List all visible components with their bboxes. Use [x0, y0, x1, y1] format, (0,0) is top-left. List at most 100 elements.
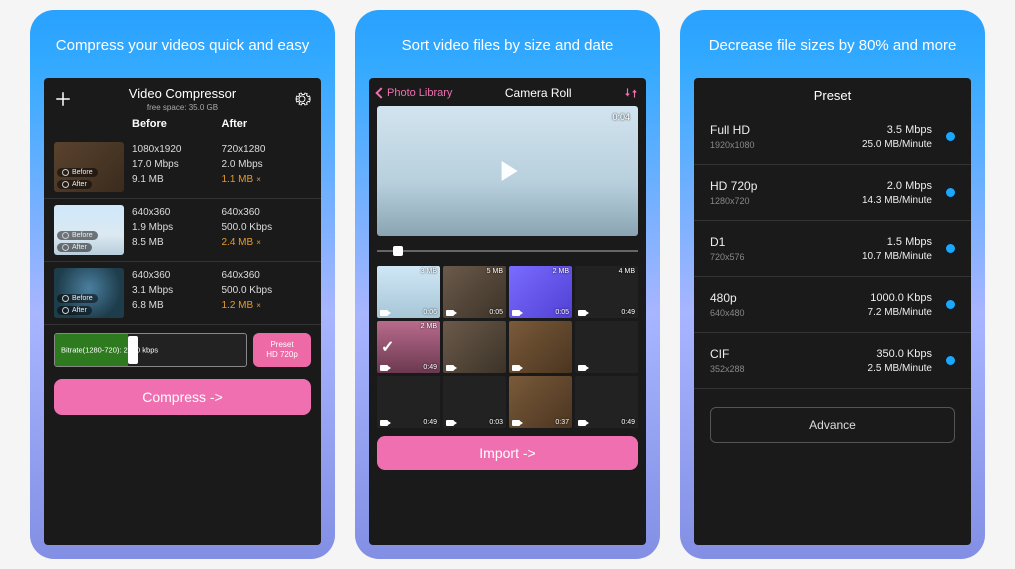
column-headers: Before After	[44, 116, 321, 136]
badge-before[interactable]: Before	[57, 231, 98, 240]
video-cell[interactable]: 0:03	[443, 376, 506, 428]
cell-duration: 0:06	[423, 309, 437, 316]
radio-icon[interactable]	[946, 132, 955, 141]
video-cell[interactable]: 2 MB 0:05	[509, 266, 572, 318]
preset-bitrate: 3.5 Mbps	[887, 124, 932, 136]
radio-icon[interactable]	[946, 300, 955, 309]
video-cell[interactable]: 3 MB 0:06	[377, 266, 440, 318]
radio-icon[interactable]	[946, 244, 955, 253]
preset-row[interactable]: HD 720p 1280x720 2.0 Mbps 14.3 MB/Minute	[694, 165, 971, 221]
video-row[interactable]: Before After 1080x1920 17.0 Mbps 9.1 MB …	[44, 136, 321, 199]
preset-name: HD 720p	[710, 179, 757, 193]
cell-size: 2 MB	[421, 323, 437, 330]
badge-before[interactable]: Before	[57, 294, 98, 303]
title-block: Video Compressor free space: 35.0 GB	[129, 86, 236, 112]
badge-after[interactable]: After	[57, 180, 92, 189]
cell-size: 3 MB	[421, 268, 437, 275]
eye-icon	[62, 181, 69, 188]
camera-icon	[446, 365, 454, 371]
before-bitrate: 3.1 Mbps	[132, 285, 222, 296]
camera-icon	[512, 420, 520, 426]
col-before: Before	[132, 118, 222, 130]
preset-dimensions: 720x576	[710, 252, 745, 262]
gear-icon[interactable]	[293, 90, 311, 108]
sort-icon[interactable]	[624, 86, 638, 100]
phone-screen-3: Preset Full HD 1920x1080 3.5 Mbps 25.0 M…	[694, 78, 971, 545]
preset-row[interactable]: D1 720x576 1.5 Mbps 10.7 MB/Minute	[694, 221, 971, 277]
hero-text-2: Sort video files by size and date	[369, 22, 646, 78]
panel-library: Sort video files by size and date Photo …	[355, 10, 660, 559]
video-cell[interactable]: 0:49	[377, 376, 440, 428]
radio-icon[interactable]	[946, 356, 955, 365]
video-cell[interactable]	[443, 321, 506, 373]
preset-dimensions: 1920x1080	[710, 140, 755, 150]
camera-icon	[578, 365, 586, 371]
video-cell[interactable]: 0:49	[575, 376, 638, 428]
panel-presets: Decrease file sizes by 80% and more Pres…	[680, 10, 985, 559]
video-cell[interactable]: 5 MB 0:05	[443, 266, 506, 318]
cell-duration: 0:49	[621, 309, 635, 316]
after-size: 1.1 MB×	[222, 174, 312, 185]
camera-icon	[578, 310, 586, 316]
preset-btn-line2: HD 720p	[266, 350, 298, 360]
before-size: 6.8 MB	[132, 300, 222, 311]
cell-duration: 0:49	[423, 419, 437, 426]
bitrate-label: Bitrate(1280-720): 2000 kbps	[61, 346, 158, 355]
bitrate-slider[interactable]: Bitrate(1280-720): 2000 kbps	[54, 333, 247, 367]
before-resolution: 640x360	[132, 207, 222, 218]
play-icon[interactable]	[501, 161, 517, 181]
video-cell[interactable]: 4 MB 0:49	[575, 266, 638, 318]
cell-duration: 0:05	[489, 309, 503, 316]
timeline-slider[interactable]	[377, 246, 638, 256]
eye-icon	[62, 295, 69, 302]
plus-icon[interactable]	[54, 90, 72, 108]
video-thumbnail[interactable]: Before After	[54, 205, 124, 255]
video-thumbnail[interactable]: Before After	[54, 268, 124, 318]
badge-after[interactable]: After	[57, 243, 92, 252]
radio-icon[interactable]	[946, 188, 955, 197]
preset-dimensions: 640x480	[710, 308, 745, 318]
cell-duration: 0:03	[489, 419, 503, 426]
video-cell[interactable]: 0:37	[509, 376, 572, 428]
badge-after[interactable]: After	[57, 306, 92, 315]
after-size: 1.2 MB×	[222, 300, 312, 311]
cell-duration: 0:05	[555, 309, 569, 316]
after-resolution: 640x360	[222, 207, 312, 218]
before-resolution: 1080x1920	[132, 144, 222, 155]
preset-row[interactable]: Full HD 1920x1080 3.5 Mbps 25.0 MB/Minut…	[694, 109, 971, 165]
after-bitrate: 500.0 Kbps	[222, 222, 312, 233]
video-cell[interactable]: 2 MB 0:49	[377, 321, 440, 373]
cell-duration: 0:37	[555, 419, 569, 426]
preset-row[interactable]: CIF 352x288 350.0 Kbps 2.5 MB/Minute	[694, 333, 971, 389]
camera-icon	[380, 420, 388, 426]
after-bitrate: 500.0 Kbps	[222, 285, 312, 296]
cell-duration: 0:49	[423, 364, 437, 371]
after-resolution: 720x1280	[222, 144, 312, 155]
video-preview[interactable]: 0:04	[377, 106, 638, 236]
video-thumbnail[interactable]: Before After	[54, 142, 124, 192]
video-cell[interactable]	[575, 321, 638, 373]
camera-icon	[380, 310, 388, 316]
advance-button[interactable]: Advance	[710, 407, 955, 443]
timeline-knob[interactable]	[393, 246, 403, 256]
preset-permin: 25.0 MB/Minute	[862, 139, 932, 150]
badge-before[interactable]: Before	[57, 168, 98, 177]
preset-row[interactable]: 480p 640x480 1000.0 Kbps 7.2 MB/Minute	[694, 277, 971, 333]
before-bitrate: 17.0 Mbps	[132, 159, 222, 170]
topbar: Photo Library Camera Roll	[369, 78, 646, 106]
after-bitrate: 2.0 Mbps	[222, 159, 312, 170]
back-button[interactable]: Photo Library	[377, 87, 452, 99]
video-cell[interactable]	[509, 321, 572, 373]
preset-name: Full HD	[710, 123, 755, 137]
compress-button[interactable]: Compress ->	[54, 379, 311, 415]
topbar: Video Compressor free space: 35.0 GB	[44, 78, 321, 116]
import-button[interactable]: Import ->	[377, 436, 638, 470]
video-row[interactable]: Before After 640x360 3.1 Mbps 6.8 MB 640…	[44, 262, 321, 325]
cell-size: 4 MB	[619, 268, 635, 275]
before-bitrate: 1.9 Mbps	[132, 222, 222, 233]
preset-name: 480p	[710, 291, 745, 305]
preset-bitrate: 1000.0 Kbps	[870, 292, 932, 304]
video-row[interactable]: Before After 640x360 1.9 Mbps 8.5 MB 640…	[44, 199, 321, 262]
preset-button[interactable]: Preset HD 720p	[253, 333, 311, 367]
camera-icon	[512, 310, 520, 316]
